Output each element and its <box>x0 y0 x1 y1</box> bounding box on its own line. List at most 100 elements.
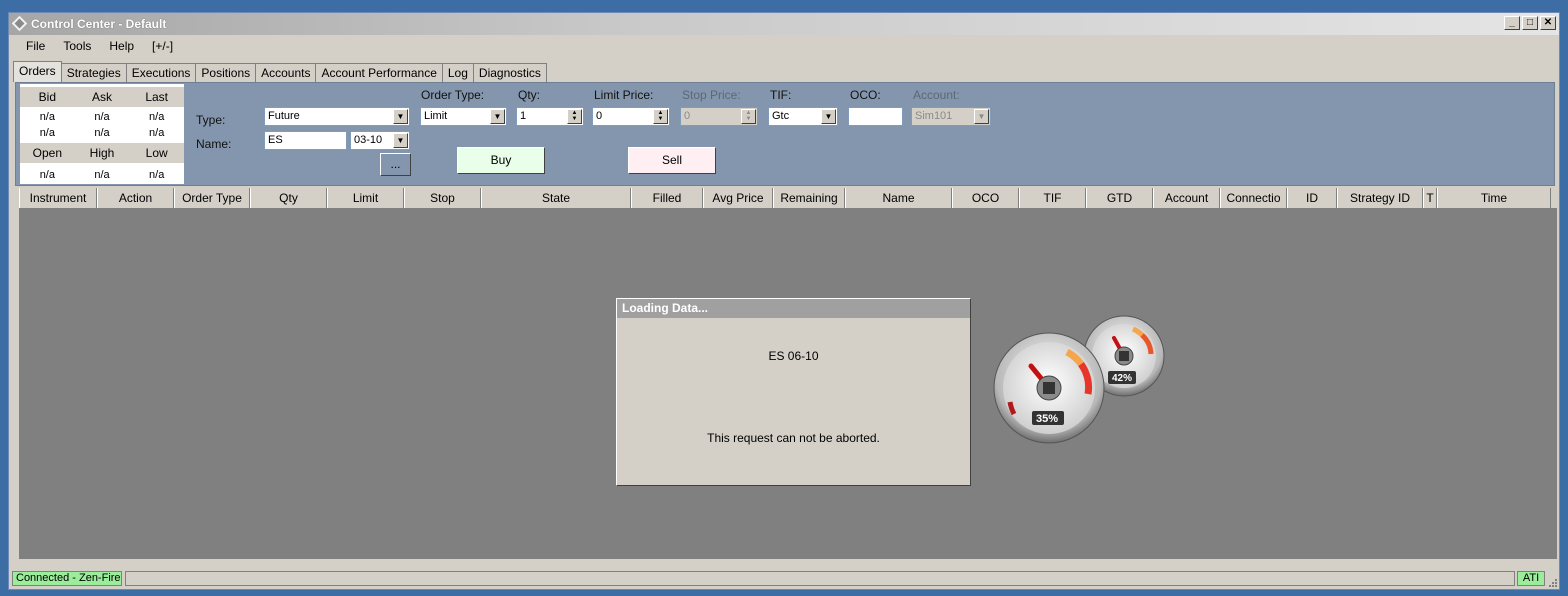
ati-status: ATI <box>1517 571 1545 586</box>
col-order-type[interactable]: Order Type <box>174 188 250 208</box>
title-bar[interactable]: Control Center - Default _ □ ✕ <box>9 13 1559 35</box>
col-action[interactable]: Action <box>97 188 174 208</box>
stop-price-input[interactable]: 0 ▲ ▼ <box>680 107 758 126</box>
chevron-down-icon[interactable]: ▼ <box>821 109 836 124</box>
more-button[interactable]: ... <box>380 153 411 176</box>
qty-input[interactable]: 1 ▲ ▼ <box>516 107 584 126</box>
account-select[interactable]: Sim101 ▼ <box>911 107 991 126</box>
dialog-title[interactable]: Loading Data... <box>617 299 970 318</box>
close-button[interactable]: ✕ <box>1540 16 1556 30</box>
tab-strip: Orders Strategies Executions Positions A… <box>13 61 547 82</box>
last-header: Last <box>145 90 169 104</box>
col-avg-price[interactable]: Avg Price <box>703 188 773 208</box>
maximize-button[interactable]: □ <box>1522 16 1538 30</box>
tab-log[interactable]: Log <box>441 63 474 82</box>
cpu-chip-icon <box>1043 382 1055 394</box>
dialog-message: This request can not be aborted. <box>707 431 880 445</box>
qty-input-value: 1 <box>520 110 527 122</box>
spinner-icon[interactable]: ▲ ▼ <box>741 109 756 124</box>
type-select[interactable]: Future ▼ <box>264 107 410 126</box>
order-type-select[interactable]: Limit ▼ <box>420 107 507 126</box>
col-instrument[interactable]: Instrument <box>19 188 97 208</box>
col-gtd[interactable]: GTD <box>1086 188 1153 208</box>
chevron-down-icon[interactable]: ▼ <box>974 109 989 124</box>
buy-button[interactable]: Buy <box>457 147 545 174</box>
cpu-meter-gadget[interactable]: 42% 35% <box>992 314 1167 446</box>
status-message-area <box>125 571 1515 586</box>
tab-positions[interactable]: Positions <box>195 63 257 82</box>
tif-select[interactable]: Gtc ▼ <box>768 107 838 126</box>
type-select-value: Future <box>268 110 300 122</box>
menu-file[interactable]: File <box>17 39 54 53</box>
quote-row: n/a n/a n/a <box>20 125 184 141</box>
spinner-icon[interactable]: ▲ ▼ <box>567 109 582 124</box>
col-limit[interactable]: Limit <box>327 188 404 208</box>
dialog-instrument: ES 06-10 <box>768 349 819 363</box>
tab-executions[interactable]: Executions <box>125 63 197 82</box>
stop-price-value: 0 <box>684 110 691 122</box>
cpu-percent: 35% <box>1036 413 1058 425</box>
bid-value: n/a <box>39 111 55 123</box>
col-id[interactable]: ID <box>1287 188 1337 208</box>
menu-bar: File Tools Help [+/-] <box>9 35 1559 57</box>
tab-diagnostics[interactable]: Diagnostics <box>472 63 547 82</box>
low-header: Low <box>145 146 168 160</box>
limit-price-label: Limit Price: <box>594 88 654 102</box>
menu-toggle[interactable]: [+/-] <box>143 39 182 53</box>
quote-header-row: Open High Low <box>20 143 184 163</box>
name-label: Name: <box>196 137 232 151</box>
order-type-label: Order Type: <box>421 88 485 102</box>
qty-label: Qty: <box>518 88 541 102</box>
tab-accounts[interactable]: Accounts <box>255 63 317 82</box>
bid-header: Bid <box>38 90 56 104</box>
tif-label: TIF: <box>770 88 792 102</box>
high-header: High <box>89 146 115 160</box>
quote-row: n/a n/a n/a <box>20 167 184 183</box>
col-name[interactable]: Name <box>845 188 952 208</box>
resize-grip-icon[interactable] <box>1547 577 1558 588</box>
spinner-icon[interactable]: ▲ ▼ <box>653 109 668 124</box>
account-label: Account: <box>913 88 960 102</box>
col-remaining[interactable]: Remaining <box>773 188 845 208</box>
quote-row: n/a n/a n/a <box>20 109 184 125</box>
window-title: Control Center - Default <box>31 17 167 31</box>
col-state[interactable]: State <box>481 188 631 208</box>
col-tif[interactable]: TIF <box>1019 188 1086 208</box>
status-bar: Connected - Zen-Fire ATI <box>9 568 1559 589</box>
orders-grid-header: Instrument Action Order Type Qty Limit S… <box>19 188 1557 209</box>
chevron-down-icon[interactable]: ▼ <box>393 109 408 124</box>
col-t[interactable]: T <box>1423 188 1437 208</box>
connection-status: Connected - Zen-Fire <box>12 571 122 586</box>
col-connection[interactable]: Connectio <box>1220 188 1287 208</box>
tab-strategies[interactable]: Strategies <box>60 63 127 82</box>
ask-header: Ask <box>92 90 113 104</box>
expiry-select[interactable]: 03-10 ▼ <box>350 131 410 150</box>
col-time[interactable]: Time <box>1437 188 1551 208</box>
tif-select-value: Gtc <box>772 110 790 122</box>
low-value: n/a <box>149 169 165 181</box>
quote-header-row: Bid Ask Last <box>20 87 184 107</box>
minimize-button[interactable]: _ <box>1504 16 1520 30</box>
tab-account-performance[interactable]: Account Performance <box>315 63 443 82</box>
memory-percent: 42% <box>1112 373 1132 384</box>
sell-button[interactable]: Sell <box>628 147 716 174</box>
col-oco[interactable]: OCO <box>952 188 1019 208</box>
col-strategy-id[interactable]: Strategy ID <box>1337 188 1423 208</box>
chevron-down-icon[interactable]: ▼ <box>393 133 408 148</box>
limit-price-input[interactable]: 0 ▲ ▼ <box>592 107 670 126</box>
tab-orders[interactable]: Orders <box>13 61 62 82</box>
bid-value: n/a <box>39 127 55 139</box>
name-input[interactable]: ES <box>264 131 347 150</box>
menu-tools[interactable]: Tools <box>54 39 100 53</box>
app-diamond-icon <box>11 15 28 32</box>
col-filled[interactable]: Filled <box>631 188 703 208</box>
col-qty[interactable]: Qty <box>250 188 327 208</box>
oco-input[interactable] <box>848 107 903 126</box>
menu-help[interactable]: Help <box>100 39 143 53</box>
quote-box: Bid Ask Last n/a n/a n/a n/a n/a n/a Ope… <box>20 84 184 184</box>
ask-value: n/a <box>94 111 110 123</box>
high-value: n/a <box>94 169 110 181</box>
col-account[interactable]: Account <box>1153 188 1220 208</box>
chevron-down-icon[interactable]: ▼ <box>490 109 505 124</box>
col-stop[interactable]: Stop <box>404 188 481 208</box>
